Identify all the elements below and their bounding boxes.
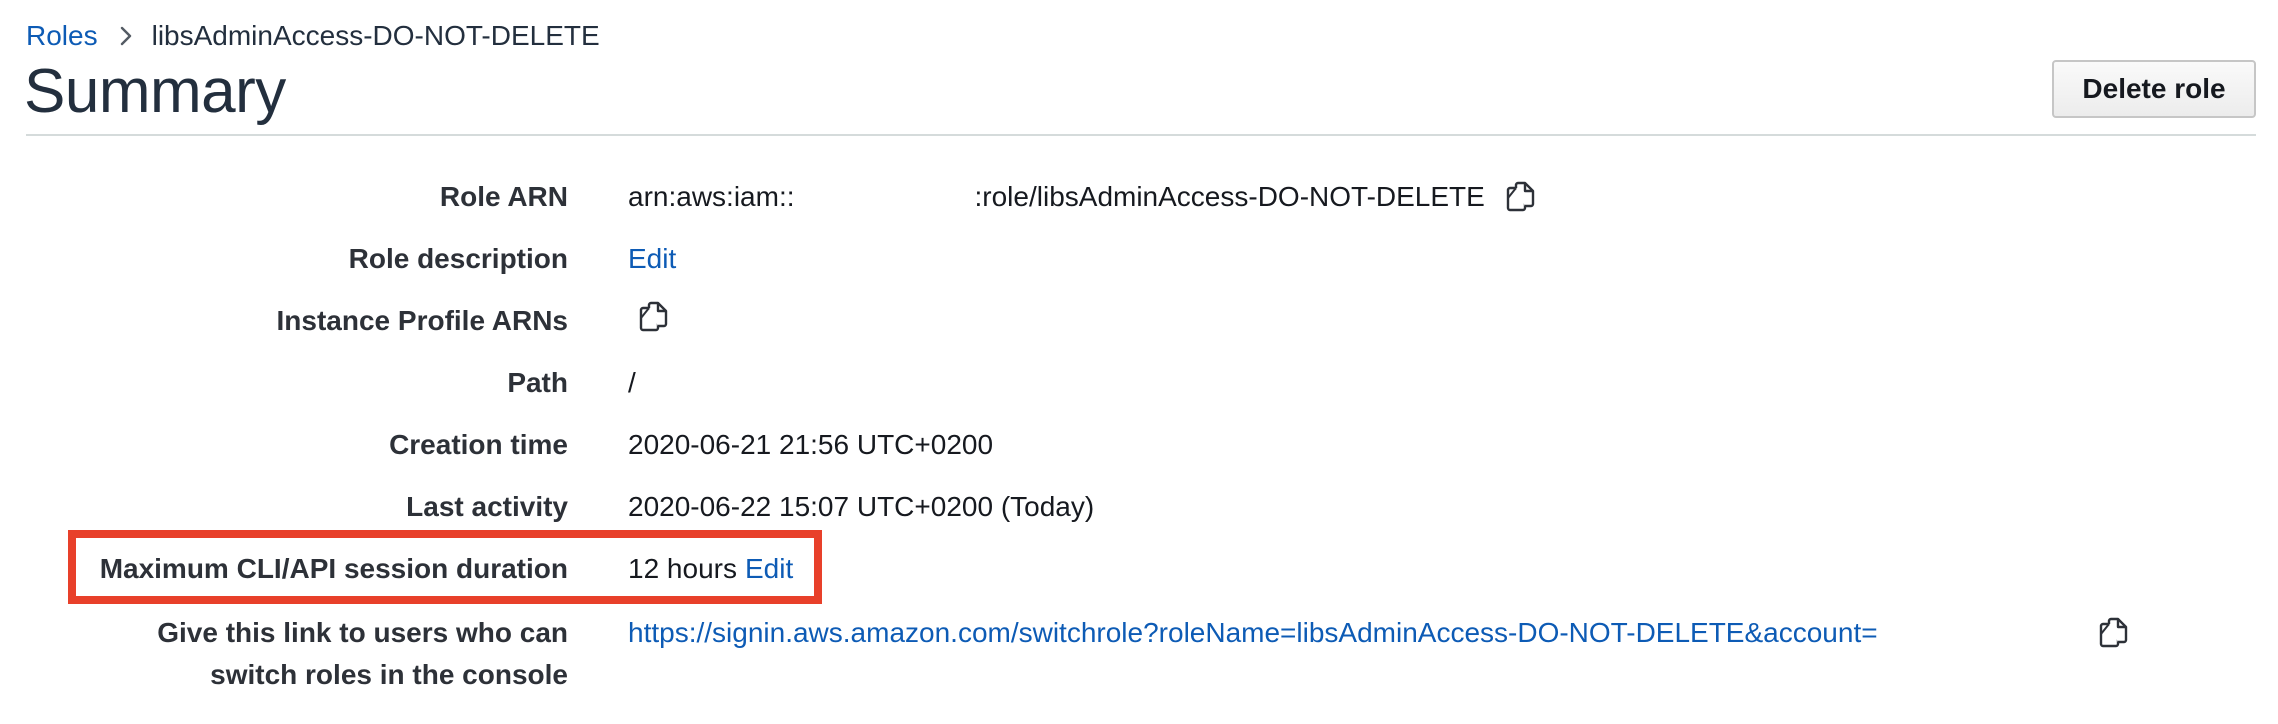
creation-time-label: Creation time [389, 429, 568, 460]
last-activity-label: Last activity [406, 491, 568, 522]
switch-role-link-label: Give this link to users who can switch r… [157, 612, 568, 696]
path-label: Path [507, 367, 568, 398]
breadcrumb-current: libsAdminAccess-DO-NOT-DELETE [151, 20, 600, 51]
copy-icon[interactable] [2098, 616, 2130, 650]
switch-role-link-label-line2: switch roles in the console [210, 659, 568, 690]
role-description-value: Edit [628, 238, 676, 280]
chevron-right-icon [120, 26, 132, 46]
role-summary-page: Roles libsAdminAccess-DO-NOT-DELETE Summ… [0, 0, 2278, 724]
instance-profile-arns-value [628, 300, 670, 334]
page-title: Summary [24, 57, 286, 126]
header-divider [26, 134, 2256, 136]
role-description-label: Role description [348, 243, 568, 274]
role-description-edit-link[interactable]: Edit [628, 238, 676, 280]
instance-profile-arns-label: Instance Profile ARNs [276, 305, 568, 336]
delete-role-button[interactable]: Delete role [2052, 60, 2256, 118]
highlight-annotation-box [68, 530, 822, 604]
switch-role-link-label-line1: Give this link to users who can [157, 617, 568, 648]
switch-role-url-link[interactable]: https://signin.aws.amazon.com/switchrole… [628, 612, 1878, 654]
breadcrumb-roles-link[interactable]: Roles [26, 20, 98, 52]
last-activity-value: 2020-06-22 15:07 UTC+0200 (Today) [628, 491, 1095, 522]
copy-icon[interactable] [1505, 180, 1537, 214]
copy-icon[interactable] [638, 300, 670, 334]
role-arn-label: Role ARN [439, 181, 568, 212]
switch-role-link-value: https://signin.aws.amazon.com/switchrole… [628, 612, 1878, 654]
creation-time-value: 2020-06-21 21:56 UTC+0200 [628, 429, 994, 460]
role-arn-prefix: arn:aws:iam:: [628, 181, 795, 212]
path-value: / [628, 367, 636, 398]
role-arn-suffix: :role/libsAdminAccess-DO-NOT-DELETE [974, 181, 1485, 212]
role-arn-value: arn:aws:iam:: :role/libsAdminAccess-DO-N… [628, 176, 1537, 218]
breadcrumb: Roles libsAdminAccess-DO-NOT-DELETE [26, 18, 600, 54]
